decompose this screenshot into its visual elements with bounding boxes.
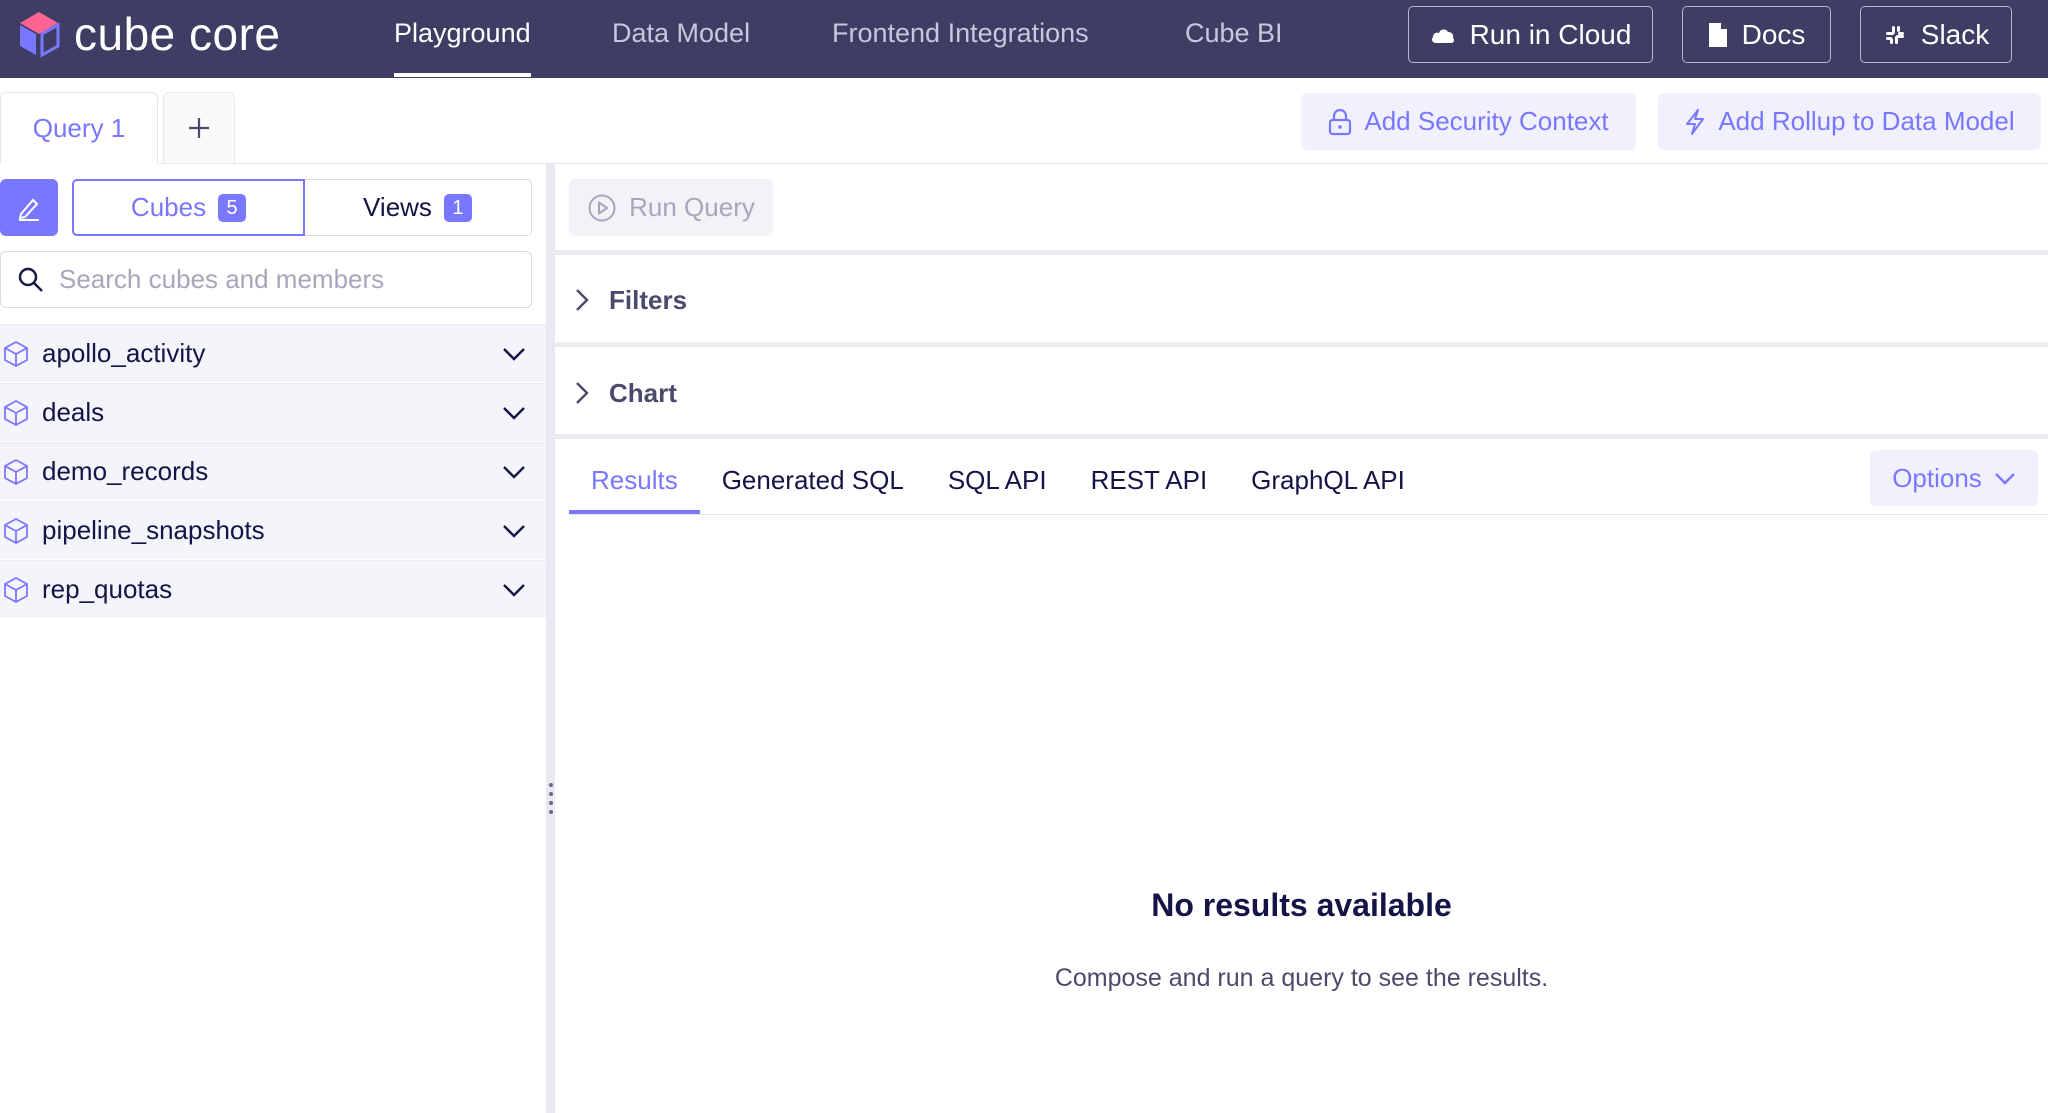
pencil-icon xyxy=(18,198,39,221)
docs-label: Docs xyxy=(1741,18,1806,50)
document-icon xyxy=(1708,22,1727,47)
docs-button[interactable]: Docs xyxy=(1682,6,1831,63)
views-segment-label: Views xyxy=(363,192,432,222)
cube-list: apollo_activity deals demo_records pipel… xyxy=(0,324,546,619)
cube-item-deals[interactable]: deals xyxy=(0,383,546,442)
cube-name: pipeline_snapshots xyxy=(42,515,265,545)
add-security-context-button[interactable]: Add Security Context xyxy=(1301,93,1636,150)
cube-logo-icon xyxy=(18,11,60,58)
run-query-label: Run Query xyxy=(629,192,755,222)
nav-playground[interactable]: Playground xyxy=(394,0,531,78)
chevron-right-icon xyxy=(576,382,589,404)
cube-name: apollo_activity xyxy=(42,338,206,368)
cube-icon xyxy=(4,340,28,367)
add-rollup-label: Add Rollup to Data Model xyxy=(1718,106,2015,136)
tab-graphql-api[interactable]: GraphQL API xyxy=(1229,446,1427,514)
run-query-button[interactable]: Run Query xyxy=(569,179,773,236)
options-dropdown[interactable]: Options xyxy=(1870,450,2038,506)
panel-resize-handle[interactable] xyxy=(546,164,555,1113)
plus-icon xyxy=(189,118,209,138)
cube-name: rep_quotas xyxy=(42,574,173,604)
cube-item-pipeline-snapshots[interactable]: pipeline_snapshots xyxy=(0,501,546,560)
slack-label: Slack xyxy=(1920,18,1990,50)
nav-data-model[interactable]: Data Model xyxy=(612,0,750,78)
cube-item-demo-records[interactable]: demo_records xyxy=(0,442,546,501)
views-segment[interactable]: Views 1 xyxy=(303,179,532,236)
cube-icon xyxy=(4,458,28,485)
lightning-icon xyxy=(1686,108,1705,135)
empty-state-title: No results available xyxy=(1151,887,1452,923)
filters-label: Filters xyxy=(609,284,688,315)
tab-sql-api[interactable]: SQL API xyxy=(926,446,1069,514)
logo-text: cube core xyxy=(74,8,281,60)
tab-rest-api[interactable]: REST API xyxy=(1069,446,1230,514)
tab-results[interactable]: Results xyxy=(569,446,700,514)
nav-cube-bi[interactable]: Cube BI xyxy=(1185,0,1283,78)
cube-item-apollo-activity[interactable]: apollo_activity xyxy=(0,324,546,383)
edit-button[interactable] xyxy=(0,179,58,236)
cube-logo[interactable]: cube core xyxy=(16,6,281,62)
chevron-down-icon[interactable] xyxy=(502,583,526,597)
filters-section-toggle[interactable]: Filters xyxy=(575,275,687,325)
options-label: Options xyxy=(1892,462,1982,493)
cubes-segment[interactable]: Cubes 5 xyxy=(72,179,305,236)
cloud-icon xyxy=(1431,28,1454,43)
tabs-underline xyxy=(569,514,2048,515)
top-navigation-bar: cube core Playground Data Model Frontend… xyxy=(0,0,2048,78)
chevron-down-icon[interactable] xyxy=(502,406,526,420)
slack-icon xyxy=(1885,25,1904,44)
query-builder-panel: Run Query Filters Chart Results Generate… xyxy=(555,164,2048,1113)
chart-label: Chart xyxy=(609,377,677,408)
lock-icon xyxy=(1329,108,1352,135)
chevron-down-icon[interactable] xyxy=(502,347,526,361)
tab-generated-sql[interactable]: Generated SQL xyxy=(700,446,926,514)
empty-state-subtitle: Compose and run a query to see the resul… xyxy=(1054,964,1549,992)
cube-name: demo_records xyxy=(42,456,209,486)
add-query-tab-button[interactable] xyxy=(163,92,235,164)
query-tab-bar: Query 1 Add Security Context Add Rollup … xyxy=(0,78,2048,164)
run-in-cloud-label: Run in Cloud xyxy=(1469,18,1632,50)
search-box xyxy=(0,251,532,308)
run-in-cloud-button[interactable]: Run in Cloud xyxy=(1408,6,1653,63)
cubes-segment-label: Cubes xyxy=(130,192,207,222)
cube-icon xyxy=(4,517,28,544)
result-tabs: Results Generated SQL SQL API REST API G… xyxy=(569,446,1427,514)
query-tab-1[interactable]: Query 1 xyxy=(0,92,158,164)
cube-name: deals xyxy=(42,397,105,427)
chevron-down-icon[interactable] xyxy=(502,524,526,538)
chevron-right-icon xyxy=(576,289,589,311)
chevron-down-icon xyxy=(1994,472,2015,485)
search-icon xyxy=(18,267,43,292)
slack-button[interactable]: Slack xyxy=(1860,6,2012,63)
search-input[interactable] xyxy=(59,264,499,295)
cube-explorer-sidebar: Cubes 5 Views 1 apollo_activity deals xyxy=(0,164,546,1113)
add-rollup-button[interactable]: Add Rollup to Data Model xyxy=(1658,93,2041,150)
chevron-down-icon[interactable] xyxy=(502,465,526,479)
cube-icon xyxy=(4,576,28,603)
cube-icon xyxy=(4,399,28,426)
views-count-badge: 1 xyxy=(443,193,472,222)
nav-frontend-integrations[interactable]: Frontend Integrations xyxy=(832,0,1089,78)
divider xyxy=(555,434,2048,439)
play-circle-icon xyxy=(588,194,616,221)
divider xyxy=(555,250,2048,255)
drag-handle-icon[interactable] xyxy=(549,783,553,819)
cube-item-rep-quotas[interactable]: rep_quotas xyxy=(0,560,546,619)
chart-section-toggle[interactable]: Chart xyxy=(575,368,677,418)
cubes-count-badge: 5 xyxy=(218,193,247,222)
add-security-context-label: Add Security Context xyxy=(1364,106,1609,136)
divider xyxy=(555,342,2048,347)
